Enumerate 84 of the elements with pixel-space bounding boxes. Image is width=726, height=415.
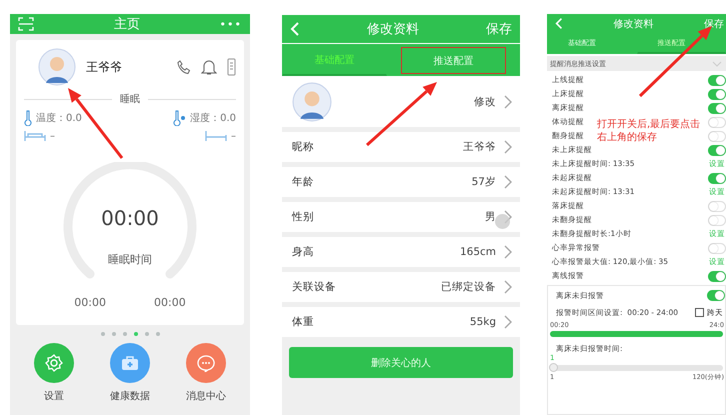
reading-label: 湿度：0.0 — [190, 112, 236, 125]
field-label: 昵称 — [292, 140, 314, 154]
time-range-slider[interactable] — [550, 331, 723, 337]
action-label: 消息中心 — [186, 390, 226, 403]
profile-field-row[interactable]: 性别 男 — [282, 202, 520, 232]
chevron-right-icon — [504, 280, 512, 294]
thermometer-icon — [24, 110, 32, 126]
empty-bed-icon — [205, 130, 227, 142]
duration-slider[interactable] — [550, 365, 723, 371]
page-dot[interactable] — [112, 332, 116, 336]
chevron-right-icon — [504, 94, 512, 108]
toggle-switch[interactable] — [708, 102, 726, 114]
avatar-icon[interactable] — [292, 82, 332, 122]
action-label: 健康数据 — [110, 390, 150, 403]
page-title: 修改资料 — [366, 21, 420, 38]
page-dot[interactable] — [156, 332, 160, 336]
field-label: 性别 — [292, 210, 314, 224]
edit-link[interactable]: 修改 — [474, 94, 496, 108]
profile-field-row[interactable]: 昵称 王爷爷 — [282, 132, 520, 162]
chevron-right-icon — [504, 315, 512, 329]
page-dot[interactable] — [144, 332, 148, 336]
field-value: 165cm — [460, 246, 496, 258]
profile-field-row[interactable]: 身高 165cm — [282, 237, 520, 267]
field-label: 关联设备 — [292, 280, 336, 294]
toggle-switch[interactable] — [707, 290, 725, 301]
reading-label: 温度：0.0 — [36, 112, 82, 125]
action-button[interactable] — [110, 343, 150, 383]
back-icon[interactable] — [555, 17, 563, 30]
annotation-arrow — [366, 82, 437, 146]
action-button[interactable] — [34, 343, 74, 383]
annotation-note: 打开开关后,最后要点击右上角的保存 — [597, 118, 702, 144]
toggle-switch[interactable] — [708, 172, 726, 184]
page-title: 主页 — [112, 16, 141, 33]
page-dot[interactable] — [100, 332, 104, 336]
more-button[interactable]: ••• — [220, 18, 242, 30]
field-value: 王爷爷 — [463, 140, 496, 154]
time-value: 00:00 — [74, 296, 106, 309]
tab[interactable]: 推送配置 — [401, 47, 506, 74]
toggle-switch[interactable] — [708, 88, 726, 100]
toggle-switch[interactable] — [708, 270, 726, 282]
bed-value: – — [50, 130, 55, 142]
gear-icon — [45, 354, 63, 372]
slider-thumb[interactable] — [549, 363, 558, 372]
field-label: 年龄 — [292, 175, 314, 189]
profile-field-row[interactable]: 关联设备 已绑定设备 — [282, 272, 520, 302]
humidity-icon — [172, 110, 186, 126]
field-label: 体重 — [292, 315, 314, 329]
device-icon[interactable] — [227, 58, 236, 76]
profile-field-row[interactable]: 体重 55kg — [282, 307, 520, 337]
save-button[interactable]: 保存 — [704, 16, 724, 30]
page-title: 修改资料 — [612, 18, 654, 30]
chat-icon — [197, 354, 215, 372]
delete-button[interactable]: 删除关心的人 — [289, 347, 513, 378]
field-value: 男 — [485, 210, 496, 224]
save-button[interactable]: 保存 — [486, 20, 512, 38]
profile-field-row[interactable]: 年龄 57岁 — [282, 167, 520, 197]
toggle-switch[interactable] — [708, 74, 726, 86]
chevron-right-icon — [504, 140, 512, 154]
action-button[interactable] — [186, 343, 226, 383]
field-label: 身高 — [292, 245, 314, 259]
field-value: 57岁 — [472, 175, 496, 189]
chevron-right-icon — [504, 245, 512, 259]
chevron-down-icon — [712, 60, 722, 66]
field-value: 已绑定设备 — [441, 280, 496, 294]
user-name: 王爷爷 — [86, 58, 122, 76]
action-label: 设置 — [44, 390, 64, 403]
sleep-time-label: 睡眠时间 — [108, 252, 152, 267]
checkbox[interactable] — [695, 308, 704, 317]
section-label: 睡眠 — [120, 92, 140, 106]
bed-icon — [24, 130, 46, 142]
page-dot[interactable] — [134, 332, 138, 336]
bell-icon[interactable] — [201, 58, 217, 76]
page-dot[interactable] — [122, 332, 126, 336]
back-icon[interactable] — [290, 21, 300, 37]
field-value: 55kg — [470, 316, 496, 328]
phone-icon[interactable] — [177, 59, 191, 75]
chevron-right-icon — [504, 175, 512, 189]
avatar-icon[interactable] — [38, 48, 76, 86]
scan-icon[interactable] — [18, 17, 34, 31]
medical-kit-icon — [121, 355, 139, 371]
sleep-time-value: 00:00 — [101, 206, 159, 230]
bed-value: – — [231, 130, 236, 142]
toggle-switch[interactable] — [708, 144, 726, 156]
time-value: 00:00 — [154, 296, 186, 309]
